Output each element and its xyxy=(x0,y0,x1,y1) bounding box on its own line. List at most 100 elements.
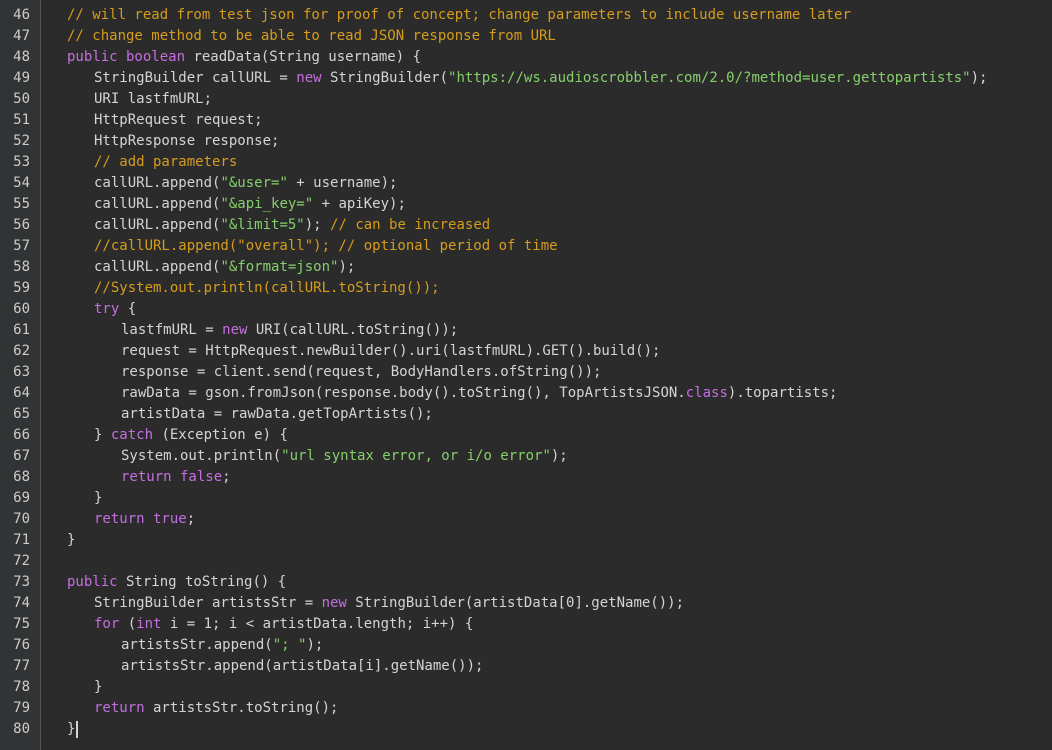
code-line[interactable]: 73 public String toString() { xyxy=(0,572,1052,593)
code-line[interactable]: 66} catch (Exception e) { xyxy=(0,425,1052,446)
line-number: 64 xyxy=(13,385,30,401)
code-line[interactable]: 53 // add parameters xyxy=(0,152,1052,173)
code-token-string: "&format=json" xyxy=(220,259,339,275)
code-line[interactable]: 65 artistData = rawData.getTopArtists(); xyxy=(0,404,1052,425)
code-token-keyword: class xyxy=(685,385,728,401)
code-token-string: "&user=" xyxy=(220,175,288,191)
code-token-plain: ); xyxy=(306,637,324,653)
code-token-plain: lastfmURL = xyxy=(121,322,223,338)
line-number: 71 xyxy=(13,532,30,548)
code-text: //System.out.println(callURL.toString())… xyxy=(94,278,440,299)
code-line[interactable]: 54 callURL.append("&user=" + username); xyxy=(0,173,1052,194)
code-text: callURL.append("&api_key=" + apiKey); xyxy=(94,194,406,215)
code-line[interactable]: 69} xyxy=(0,488,1052,509)
code-token-plain: readData(String username) { xyxy=(185,49,422,65)
code-token-keyword: new xyxy=(222,322,248,338)
code-token-plain: request = HttpRequest.newBuilder().uri(l… xyxy=(121,343,661,359)
code-text: } xyxy=(94,677,102,698)
code-line[interactable]: 76 artistsStr.append("; "); xyxy=(0,635,1052,656)
code-text: // add parameters xyxy=(94,152,237,173)
code-line[interactable]: 51 HttpRequest request; xyxy=(0,110,1052,131)
code-token-keyword: return true xyxy=(94,511,187,527)
line-number: 73 xyxy=(13,574,30,590)
code-line[interactable]: 59 //System.out.println(callURL.toString(… xyxy=(0,278,1052,299)
code-token-plain: URI lastfmURL; xyxy=(94,91,213,107)
code-line[interactable]: 50 URI lastfmURL; xyxy=(0,89,1052,110)
line-number: 46 xyxy=(13,7,30,23)
code-line[interactable]: 58 callURL.append("&format=json"); xyxy=(0,257,1052,278)
code-text: HttpRequest request; xyxy=(94,110,263,131)
code-line[interactable]: 64 rawData = gson.fromJson(response.body(… xyxy=(0,383,1052,404)
code-token-comment: //System.out.println(callURL.toString())… xyxy=(94,280,440,296)
code-line[interactable]: 57 //callURL.append("overall"); // option… xyxy=(0,236,1052,257)
code-editor[interactable]: 46 // will read from test json for proof … xyxy=(0,0,1052,750)
code-token-plain: + username); xyxy=(287,175,398,191)
code-text: artistsStr.append(artistData[i].getName(… xyxy=(121,656,483,677)
code-token-keyword: return false xyxy=(121,469,223,485)
code-token-keyword: try xyxy=(94,301,120,317)
code-line[interactable]: 46 // will read from test json for proof … xyxy=(0,5,1052,26)
line-number: 49 xyxy=(13,70,30,86)
code-text: } xyxy=(67,719,79,740)
code-token-comment: // will read from test json for proof of… xyxy=(67,7,851,23)
code-token-plain: callURL.append( xyxy=(94,217,221,233)
code-text: // will read from test json for proof of… xyxy=(67,5,851,26)
code-token-plain: + apiKey); xyxy=(313,196,406,212)
line-number: 66 xyxy=(13,427,30,443)
code-line[interactable]: 72 xyxy=(0,551,1052,572)
code-token-plain: ).topartists; xyxy=(727,385,838,401)
code-text: } xyxy=(94,488,102,509)
code-area[interactable]: 46 // will read from test json for proof … xyxy=(0,0,1052,750)
code-line[interactable]: 79 return artistsStr.toString(); xyxy=(0,698,1052,719)
code-token-plain: StringBuilder(artistData[0].getName()); xyxy=(346,595,685,611)
code-line[interactable]: 55 callURL.append("&api_key=" + apiKey); xyxy=(0,194,1052,215)
line-number: 80 xyxy=(13,721,30,737)
code-token-plain: artistsStr.toString(); xyxy=(144,700,339,716)
code-text: } xyxy=(67,530,75,551)
code-line[interactable]: 56 callURL.append("&limit=5"); // can be … xyxy=(0,215,1052,236)
code-token-plain: } xyxy=(67,532,76,548)
code-line[interactable]: 74 StringBuilder artistsStr = new StringB… xyxy=(0,593,1052,614)
code-line[interactable]: 68 return false; xyxy=(0,467,1052,488)
code-token-plain: StringBuilder( xyxy=(321,70,449,86)
code-line[interactable]: 63 response = client.send(request, BodyHa… xyxy=(0,362,1052,383)
line-number: 60 xyxy=(13,301,30,317)
code-text: return true; xyxy=(94,509,195,530)
code-text: HttpResponse response; xyxy=(94,131,279,152)
code-text: response = client.send(request, BodyHand… xyxy=(121,362,601,383)
code-token-plain: i = 1; i < artistData.length; i++) { xyxy=(161,616,474,632)
code-line[interactable]: 62 request = HttpRequest.newBuilder().uri… xyxy=(0,341,1052,362)
code-text: // change method to be able to read JSON… xyxy=(67,26,556,47)
code-line[interactable]: 78} xyxy=(0,677,1052,698)
code-line[interactable]: 49 StringBuilder callURL = new StringBuil… xyxy=(0,68,1052,89)
code-token-plain: ); xyxy=(550,448,568,464)
code-line[interactable]: 77 artistsStr.append(artistData[i].getNam… xyxy=(0,656,1052,677)
code-line[interactable]: 71} xyxy=(0,530,1052,551)
code-line[interactable]: 70 return true; xyxy=(0,509,1052,530)
code-text: StringBuilder callURL = new StringBuilde… xyxy=(94,68,987,89)
line-number: 68 xyxy=(13,469,30,485)
code-text: StringBuilder artistsStr = new StringBui… xyxy=(94,593,684,614)
code-line[interactable]: 48 public boolean readData(String usernam… xyxy=(0,47,1052,68)
code-text: try { xyxy=(94,299,136,320)
code-text: return artistsStr.toString(); xyxy=(94,698,338,719)
code-token-keyword: return xyxy=(94,700,145,716)
code-line[interactable]: 80} xyxy=(0,719,1052,740)
code-token-string: "&api_key=" xyxy=(220,196,314,212)
line-number: 67 xyxy=(13,448,30,464)
code-token-plain: artistsStr.append(artistData[i].getName(… xyxy=(121,658,484,674)
code-token-keyword: catch xyxy=(110,427,154,443)
code-token-plain: } xyxy=(94,490,103,506)
code-line[interactable]: 75 for (int i = 1; i < artistData.length;… xyxy=(0,614,1052,635)
code-line[interactable]: 52 HttpResponse response; xyxy=(0,131,1052,152)
code-text: callURL.append("&user=" + username); xyxy=(94,173,397,194)
code-text: System.out.println("url syntax error, or… xyxy=(121,446,568,467)
code-text: artistsStr.append("; "); xyxy=(121,635,323,656)
code-line[interactable]: 61 lastfmURL = new URI(callURL.toString()… xyxy=(0,320,1052,341)
code-token-string: "; " xyxy=(272,637,307,653)
code-text: return false; xyxy=(121,467,231,488)
line-number: 54 xyxy=(13,175,30,191)
code-line[interactable]: 47 // change method to be able to read JS… xyxy=(0,26,1052,47)
code-line[interactable]: 67 System.out.println("url syntax error, … xyxy=(0,446,1052,467)
code-line[interactable]: 60 try { xyxy=(0,299,1052,320)
